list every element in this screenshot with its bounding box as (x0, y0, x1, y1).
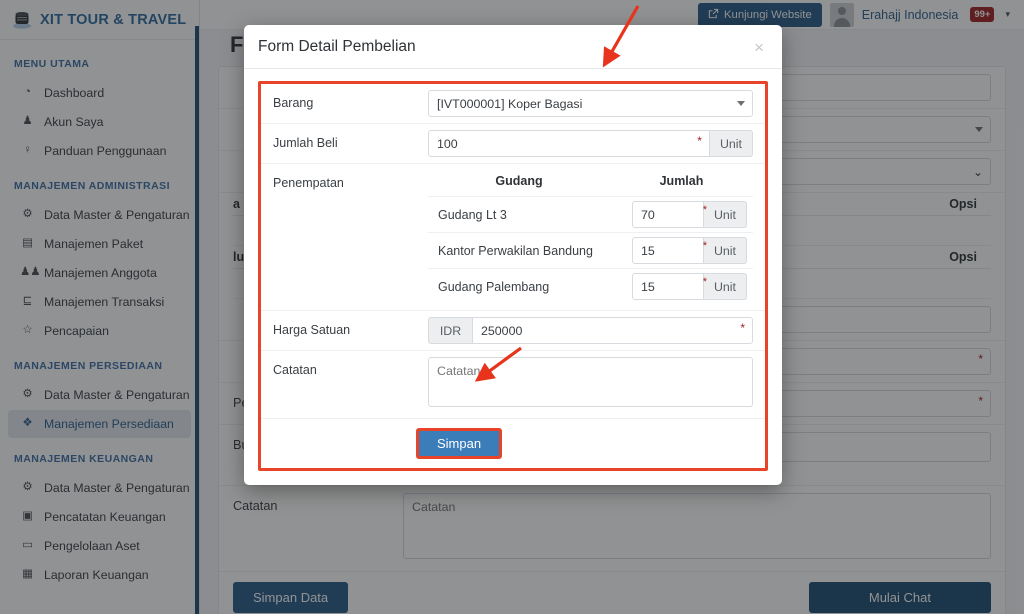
penempatan-row: Kantor Perwakilan BandungUnit* (428, 232, 753, 269)
required-asterisk: * (702, 276, 707, 288)
modal-body: Barang Jumlah Beli * U (244, 69, 782, 485)
penempatan-row: Gudang Lt 3Unit* (428, 196, 753, 233)
app-root: XIT TOUR & TRAVEL MENU UTAMA ◔ Dashboard ♟ A… (0, 0, 1024, 614)
label-jumlah-beli: Jumlah Beli (273, 136, 338, 150)
barang-select[interactable] (428, 90, 753, 117)
modal-row-penempatan: Penempatan Gudang Jumlah Gudang Lt 3Unit… (261, 164, 765, 311)
th-jumlah: Jumlah (659, 174, 704, 188)
currency-addon: IDR (428, 317, 472, 344)
close-icon[interactable]: × (752, 39, 766, 56)
modal-row-actions: Simpan (261, 419, 765, 468)
penempatan-control: Gudang Jumlah Gudang Lt 3Unit*Kantor Per… (428, 170, 753, 304)
penempatan-jumlah-input[interactable] (631, 201, 704, 228)
penempatan-unit-addon: Unit (703, 201, 747, 228)
simpan-button[interactable]: Simpan (416, 428, 503, 459)
label-barang: Barang (273, 96, 314, 110)
penempatan-row: Gudang PalembangUnit* (428, 268, 753, 304)
penempatan-jumlah-input[interactable] (631, 273, 704, 300)
penempatan-gudang-cell: Kantor Perwakilan Bandung (428, 232, 610, 269)
harga-satuan-input[interactable] (472, 317, 753, 344)
penempatan-jumlah-cell: Unit* (610, 232, 753, 269)
label-penempatan: Penempatan (273, 176, 344, 190)
label-modal-catatan: Catatan (273, 363, 317, 377)
penempatan-header-row: Gudang Jumlah (428, 170, 753, 197)
th-gudang: Gudang (495, 174, 543, 188)
modal-catatan-textarea[interactable] (428, 357, 753, 407)
barang-control (428, 90, 753, 117)
penempatan-table: Gudang Jumlah Gudang Lt 3Unit*Kantor Per… (428, 170, 753, 304)
penempatan-jumlah-cell: Unit* (610, 196, 753, 233)
penempatan-jumlah-input[interactable] (631, 237, 704, 264)
simpan-wrapper: Simpan (261, 428, 753, 459)
modal-row-catatan: Catatan (261, 351, 765, 419)
modal-row-harga-satuan: Harga Satuan IDR * (261, 311, 765, 351)
modal-catatan-control (428, 357, 753, 412)
modal-row-barang: Barang (261, 84, 765, 124)
jumlah-beli-unit-addon: Unit (709, 130, 753, 157)
penempatan-gudang-cell: Gudang Palembang (428, 268, 610, 304)
modal-header: Form Detail Pembelian × (244, 25, 782, 69)
harga-satuan-control: IDR * (428, 317, 753, 344)
penempatan-gudang-cell: Gudang Lt 3 (428, 196, 610, 233)
modal-title: Form Detail Pembelian (258, 38, 416, 55)
highlighted-form-region: Barang Jumlah Beli * U (258, 81, 768, 471)
penempatan-unit-addon: Unit (703, 273, 747, 300)
harga-satuan-input-group: IDR * (428, 317, 753, 344)
required-asterisk: * (740, 321, 745, 335)
required-asterisk: * (702, 204, 707, 216)
penempatan-jumlah-cell: Unit* (610, 268, 753, 304)
label-harga-satuan: Harga Satuan (273, 323, 351, 337)
jumlah-beli-input-group: * Unit (428, 130, 753, 157)
required-asterisk: * (697, 134, 702, 148)
required-asterisk: * (702, 240, 707, 252)
jumlah-beli-control: * Unit (428, 130, 753, 157)
detail-purchase-modal: Form Detail Pembelian × Barang Jumlah Be… (244, 25, 782, 485)
modal-row-jumlah-beli: Jumlah Beli * Unit (261, 124, 765, 164)
jumlah-beli-input[interactable] (428, 130, 710, 157)
penempatan-unit-addon: Unit (703, 237, 747, 264)
